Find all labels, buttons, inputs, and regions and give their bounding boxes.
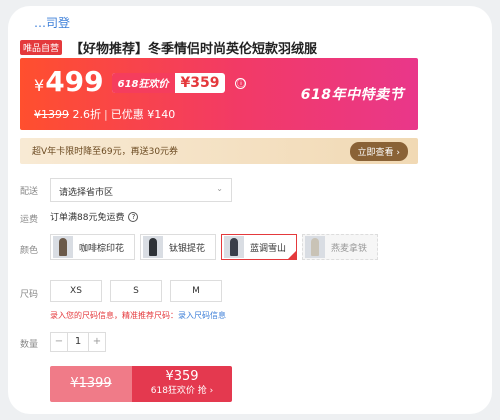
title-row: 唯品自营 【好物推荐】冬季情侣时尚英伦短款羽绒服	[20, 38, 317, 57]
brand-link[interactable]: …司登	[34, 14, 70, 31]
color-option-label: 钛银提花	[169, 243, 206, 254]
color-option-titanium[interactable]: 钛银提花	[140, 234, 217, 260]
vip-text: 超V年卡限时降至69元，再送30元券	[32, 147, 179, 157]
price-line: ¥ 499 618狂欢价 ¥359 ⓘ	[34, 65, 247, 98]
color-thumbnail	[305, 236, 326, 258]
fee-info: 订单满88元免运费 ?	[50, 210, 139, 223]
size-hint-text: 录入您的尺码信息，精准推荐尺码：	[50, 311, 178, 320]
region-select[interactable]: 请选择省市区 ⌄	[50, 178, 232, 202]
color-thumbnail	[224, 236, 245, 258]
color-options: 咖啡棕印花 钛银提花 蓝调雪山 燕麦拿铁	[50, 234, 383, 260]
buy-button[interactable]: ¥1399 ¥359 618狂欢价 抢 ›	[50, 366, 232, 402]
buy-promo[interactable]: ¥359 618狂欢价 抢 ›	[132, 366, 232, 402]
price-banner: ¥ 499 618狂欢价 ¥359 ⓘ ¥1399 2.6折 | 已优惠 ¥140 …	[20, 58, 418, 130]
color-option-coffee[interactable]: 咖啡棕印花	[50, 234, 136, 260]
buy-promo-price: ¥359	[165, 369, 199, 384]
vip-view-button[interactable]: 立即查看 ›	[349, 142, 408, 161]
color-option-label: 咖啡棕印花	[79, 243, 125, 254]
festival-logo: 618年中特卖节	[300, 87, 404, 103]
size-option-s[interactable]: S	[110, 280, 162, 302]
size-hint: 录入您的尺码信息，精准推荐尺码：录入尺码信息	[50, 310, 226, 321]
size-label: 尺码	[20, 290, 39, 300]
quantity-decrease-button[interactable]: −	[51, 333, 67, 351]
product-title: 【好物推荐】冬季情侣时尚英伦短款羽绒服	[70, 42, 318, 57]
promo-label: 618狂欢价	[111, 72, 175, 93]
color-option-oat-latte[interactable]: 燕麦拿铁	[302, 234, 379, 260]
promo-price: ¥359	[180, 74, 220, 91]
currency-symbol: ¥	[34, 76, 45, 95]
color-option-label: 蓝调雪山	[250, 243, 287, 254]
help-icon[interactable]: ?	[128, 211, 139, 222]
size-entry-link[interactable]: 录入尺码信息	[178, 311, 226, 320]
quantity-increase-button[interactable]: +	[89, 333, 105, 351]
size-options: XS S M	[50, 280, 230, 302]
price-sub-line: ¥1399 2.6折 | 已优惠 ¥140	[34, 108, 176, 121]
fee-text: 订单满88元免运费	[50, 213, 125, 223]
size-option-m[interactable]: M	[170, 280, 222, 302]
promo-badge: 618狂欢价 ¥359	[111, 72, 226, 93]
vip-banner: 超V年卡限时降至69元，再送30元券 立即查看 ›	[20, 138, 418, 164]
quantity-stepper: − 1 +	[50, 332, 106, 352]
fee-label: 运费	[20, 215, 39, 225]
original-price: ¥1399	[34, 108, 69, 121]
discount-rate: 2.6折	[72, 108, 102, 121]
delivery-label: 配送	[20, 187, 39, 197]
buy-original-price: ¥1399	[50, 366, 132, 402]
info-icon[interactable]: ⓘ	[235, 78, 247, 89]
color-thumbnail	[53, 236, 73, 258]
quantity-label: 数量	[20, 340, 39, 350]
buy-promo-label: 618狂欢价 抢 ›	[150, 386, 214, 396]
color-option-label: 燕麦拿铁	[331, 243, 368, 254]
size-option-xs[interactable]: XS	[50, 280, 102, 302]
region-placeholder: 请选择省市区	[59, 188, 114, 198]
chevron-down-icon: ⌄	[216, 184, 223, 193]
quantity-input[interactable]: 1	[67, 333, 89, 351]
product-card: …司登 唯品自营 【好物推荐】冬季情侣时尚英伦短款羽绒服 ¥ 499 618狂欢…	[8, 6, 492, 414]
color-label: 颜色	[20, 246, 39, 256]
saved-amount: 已优惠 ¥140	[110, 108, 176, 121]
current-price: 499	[45, 65, 104, 98]
color-option-blue-snow[interactable]: 蓝调雪山	[221, 234, 298, 260]
color-thumbnail	[143, 236, 164, 258]
self-operated-tag: 唯品自营	[20, 40, 63, 55]
